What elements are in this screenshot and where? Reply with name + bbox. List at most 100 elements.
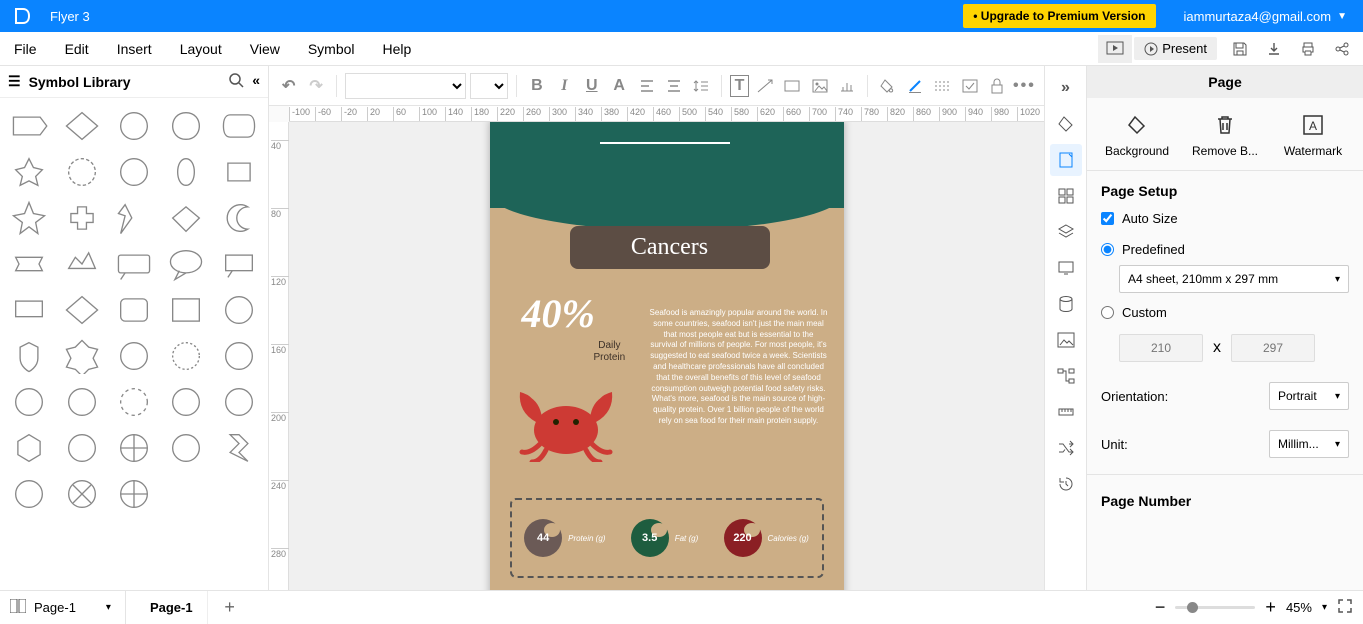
rail-shuffle-icon[interactable] [1050,432,1082,464]
rail-fill-icon[interactable] [1050,108,1082,140]
shape-thumb[interactable] [56,242,106,286]
shape-thumb[interactable] [161,334,211,378]
stat-item[interactable]: 44Protein (g) [524,519,605,557]
shape-thumb[interactable] [109,288,159,332]
shape-thumb[interactable] [109,242,159,286]
chart-button[interactable] [835,72,858,100]
rail-page-icon[interactable] [1050,144,1082,176]
line-spacing-button[interactable] [690,72,713,100]
zoom-out-button[interactable]: − [1155,597,1166,618]
orientation-select[interactable]: Portrait▾ [1269,382,1349,410]
shape-thumb[interactable] [161,242,211,286]
doc-heading[interactable]: Cancers [570,226,770,269]
height-input[interactable] [1231,334,1315,362]
shape-thumb[interactable] [4,150,54,194]
menu-view[interactable]: View [240,32,298,65]
italic-button[interactable]: I [553,72,576,100]
shape-thumb[interactable] [109,472,159,516]
present-button[interactable]: Present [1134,37,1217,60]
rail-ruler-icon[interactable] [1050,396,1082,428]
menu-help[interactable]: Help [373,32,430,65]
shape-thumb[interactable] [56,104,106,148]
more-button[interactable]: ••• [1013,72,1036,100]
slideshow-button[interactable] [1098,35,1132,63]
shape-thumb[interactable] [56,472,106,516]
collapse-icon[interactable]: « [252,72,260,91]
export-button[interactable] [1257,35,1291,63]
auto-size-checkbox[interactable] [1101,212,1114,225]
rail-data-icon[interactable] [1050,288,1082,320]
share-button[interactable] [1325,35,1359,63]
background-button[interactable]: Background [1097,114,1177,158]
menu-layout[interactable]: Layout [170,32,240,65]
remove-bg-button[interactable]: Remove B... [1185,114,1265,158]
shape-thumb[interactable] [4,288,54,332]
shape-thumb[interactable] [109,426,159,470]
print-button[interactable] [1291,35,1325,63]
width-input[interactable] [1119,334,1203,362]
lock-button[interactable] [985,72,1008,100]
rail-tree-icon[interactable] [1050,360,1082,392]
shape-thumb[interactable] [4,196,54,240]
stat-item[interactable]: 3.5Fat (g) [631,519,699,557]
shape-thumb[interactable] [4,104,54,148]
doc-body-text[interactable]: Seafood is amazingly popular around the … [650,308,828,427]
shape-thumb[interactable] [56,150,106,194]
shape-thumb[interactable] [214,150,264,194]
rail-grid-icon[interactable] [1050,180,1082,212]
shape-thumb[interactable] [109,196,159,240]
account-menu[interactable]: iammurtaza4@gmail.com ▼ [1184,9,1355,24]
line-style-button[interactable] [930,72,953,100]
search-icon[interactable] [228,72,244,91]
menu-symbol[interactable]: Symbol [298,32,373,65]
page-selector[interactable]: Page-1▾ [34,600,111,615]
rect-button[interactable] [781,72,804,100]
shape-thumb[interactable] [56,426,106,470]
bold-button[interactable]: B [525,72,548,100]
shape-thumb[interactable] [4,426,54,470]
rail-screen-icon[interactable] [1050,252,1082,284]
fullscreen-button[interactable] [1337,598,1353,617]
rail-history-icon[interactable] [1050,468,1082,500]
crab-image[interactable] [506,372,626,462]
shape-thumb[interactable] [109,104,159,148]
shape-thumb[interactable] [161,288,211,332]
align-v-button[interactable] [662,72,685,100]
predefined-radio[interactable] [1101,243,1114,256]
page-size-select[interactable]: A4 sheet, 210mm x 297 mm▾ [1119,265,1349,293]
unit-select[interactable]: Millim...▾ [1269,430,1349,458]
watermark-button[interactable]: A Watermark [1273,114,1353,158]
shape-thumb[interactable] [214,104,264,148]
font-family-select[interactable] [345,73,467,99]
underline-button[interactable]: U [580,72,603,100]
shape-thumb[interactable] [109,334,159,378]
shape-thumb[interactable] [56,380,106,424]
text-tool-button[interactable]: T [730,75,749,97]
shape-thumb[interactable] [161,380,211,424]
stroke-button[interactable] [903,72,926,100]
menu-insert[interactable]: Insert [107,32,170,65]
document-page[interactable]: Cancers 40% DailyProtein Seafood is amaz… [490,122,844,590]
shape-thumb[interactable] [4,334,54,378]
doc-percent-sub[interactable]: DailyProtein [594,340,626,364]
canvas[interactable]: Cancers 40% DailyProtein Seafood is amaz… [289,122,1044,590]
menu-file[interactable]: File [4,32,55,65]
shape-thumb[interactable] [214,196,264,240]
rail-layers-icon[interactable] [1050,216,1082,248]
page-list-icon[interactable] [10,599,26,616]
check-button[interactable] [958,72,981,100]
shape-thumb[interactable] [4,380,54,424]
zoom-slider[interactable] [1175,606,1255,609]
fill-button[interactable] [876,72,899,100]
add-page-button[interactable]: + [218,597,242,618]
shape-thumb[interactable] [4,242,54,286]
shape-thumb[interactable] [214,334,264,378]
shape-thumb[interactable] [214,242,264,286]
page-tab[interactable]: Page-1 [136,591,208,624]
zoom-in-button[interactable]: + [1265,597,1276,618]
font-size-select[interactable] [470,73,508,99]
menu-edit[interactable]: Edit [55,32,107,65]
shape-thumb[interactable] [109,150,159,194]
zoom-menu[interactable]: ▾ [1322,602,1327,613]
shape-thumb[interactable] [161,150,211,194]
